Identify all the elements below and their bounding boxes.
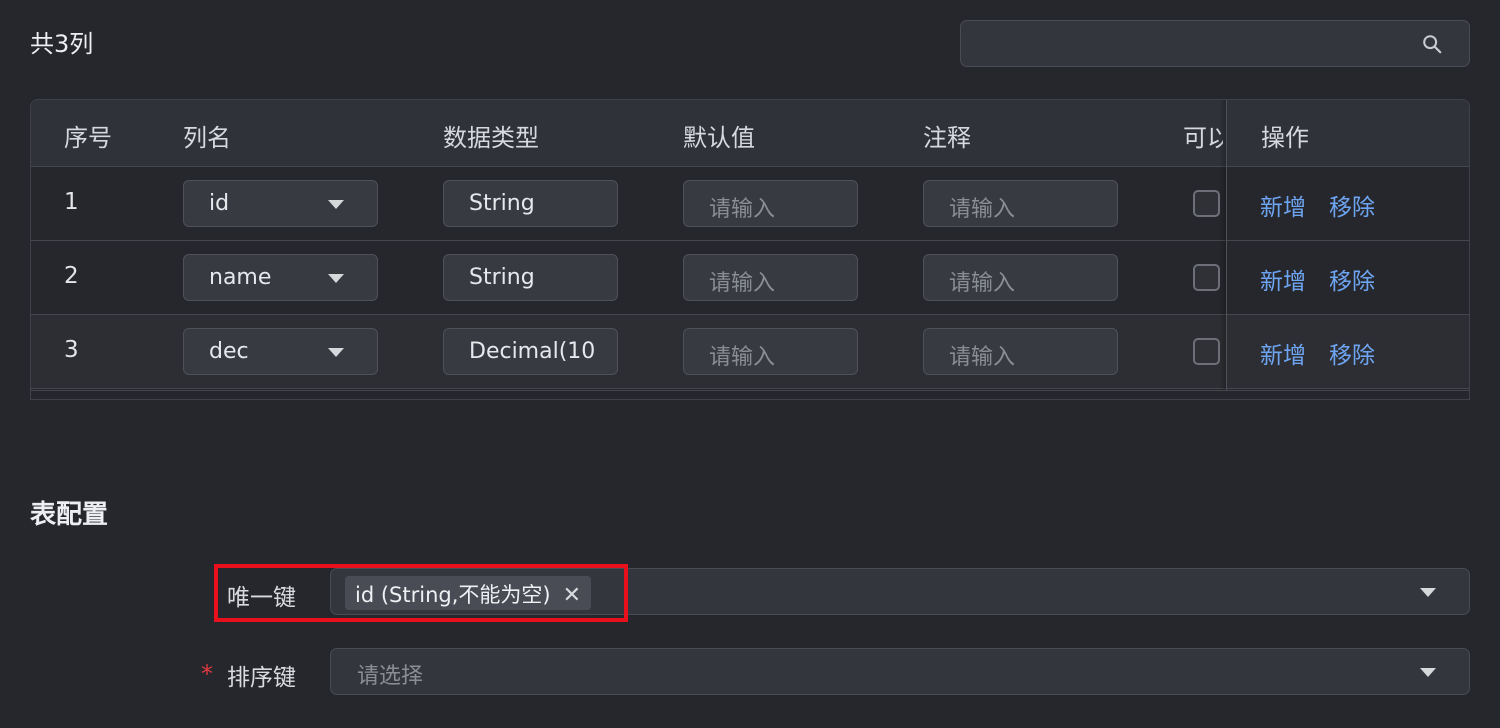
header-operations: 操作 xyxy=(1261,124,1309,152)
header-column-name: 列名 xyxy=(183,124,231,152)
chevron-down-icon[interactable] xyxy=(1420,668,1436,677)
column-name-select[interactable]: dec xyxy=(183,328,378,375)
row-index: 3 xyxy=(64,337,79,363)
caret-down-icon xyxy=(328,348,344,357)
caret-down-icon xyxy=(328,274,344,283)
data-type-value: Decimal(10 xyxy=(469,339,596,364)
sort-key-placeholder: 请选择 xyxy=(357,664,424,689)
default-value-placeholder: 请输入 xyxy=(709,271,776,296)
table-scrollbar-track[interactable] xyxy=(31,390,1469,399)
column-name-value: id xyxy=(209,191,230,216)
sort-key-label: 排序键 xyxy=(227,665,296,691)
default-value-placeholder: 请输入 xyxy=(709,197,776,222)
data-type-field[interactable]: String xyxy=(443,180,618,227)
row-index: 1 xyxy=(64,189,79,215)
column-name-select[interactable]: name xyxy=(183,254,378,301)
header-default-value: 默认值 xyxy=(683,124,755,152)
data-type-value: String xyxy=(469,265,535,290)
nullable-checkbox[interactable] xyxy=(1193,338,1220,365)
sort-key-select[interactable]: 请选择 xyxy=(330,648,1470,695)
header-nullable: 可以 xyxy=(1183,124,1223,152)
default-value-input[interactable]: 请输入 xyxy=(683,254,858,301)
highlight-box xyxy=(214,564,628,622)
header-comment: 注释 xyxy=(923,124,971,152)
comment-input[interactable]: 请输入 xyxy=(923,328,1118,375)
nullable-checkbox[interactable] xyxy=(1193,190,1220,217)
column-count-title: 共3列 xyxy=(30,30,94,58)
column-name-value: name xyxy=(209,265,272,290)
column-name-value: dec xyxy=(209,339,249,364)
chevron-down-icon[interactable] xyxy=(1420,588,1436,597)
required-mark: * xyxy=(201,660,213,688)
data-type-value: String xyxy=(469,191,535,216)
default-value-input[interactable]: 请输入 xyxy=(683,180,858,227)
comment-placeholder: 请输入 xyxy=(949,197,1016,222)
data-type-field[interactable]: String xyxy=(443,254,618,301)
nullable-checkbox[interactable] xyxy=(1193,264,1220,291)
default-value-input[interactable]: 请输入 xyxy=(683,328,858,375)
row-index: 2 xyxy=(64,263,79,289)
columns-table: 序号 列名 数据类型 默认值 注释 可以 1 id String 请输入 请输入… xyxy=(30,99,1470,400)
section-title: 表配置 xyxy=(30,500,109,530)
default-value-placeholder: 请输入 xyxy=(709,345,776,370)
data-type-field[interactable]: Decimal(10 xyxy=(443,328,618,375)
comment-input[interactable]: 请输入 xyxy=(923,180,1118,227)
search-icon[interactable] xyxy=(1421,33,1443,55)
column-name-select[interactable]: id xyxy=(183,180,378,227)
header-data-type: 数据类型 xyxy=(443,124,539,152)
caret-down-icon xyxy=(328,200,344,209)
search-input[interactable] xyxy=(960,20,1470,67)
comment-placeholder: 请输入 xyxy=(949,345,1016,370)
comment-placeholder: 请输入 xyxy=(949,271,1016,296)
comment-input[interactable]: 请输入 xyxy=(923,254,1118,301)
header-index: 序号 xyxy=(64,124,112,152)
operations-column: 操作 xyxy=(1226,100,1469,390)
